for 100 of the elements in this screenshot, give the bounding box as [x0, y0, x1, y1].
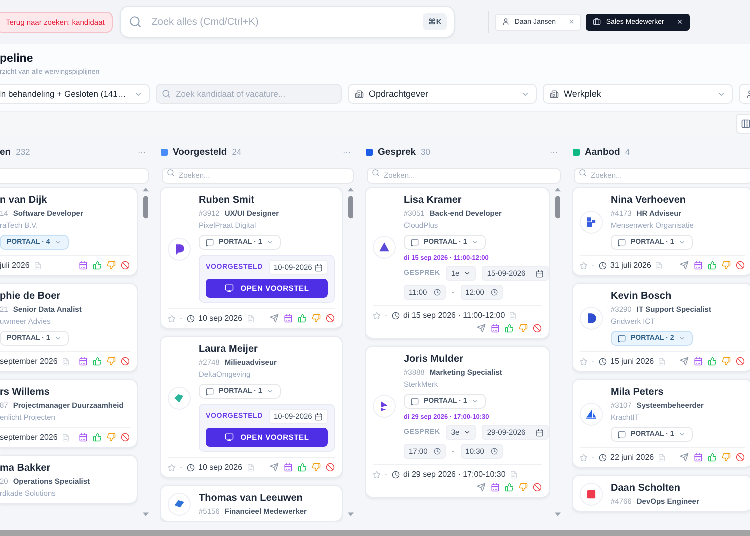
- reject-icon[interactable]: [326, 463, 335, 472]
- chevron-down-icon: [267, 388, 274, 395]
- card-date: september 2026: [0, 357, 58, 366]
- candidate-name: Laura Meijer: [199, 344, 258, 355]
- send-icon[interactable]: [680, 261, 689, 270]
- chevron-down-icon: [679, 335, 686, 342]
- reject-icon[interactable]: [121, 261, 130, 270]
- candidate-name: Thomas van Leeuwen: [199, 493, 303, 504]
- search-icon: [128, 16, 142, 28]
- chevron-down-icon: [55, 335, 62, 342]
- reject-icon[interactable]: [121, 433, 130, 442]
- calendar-icon[interactable]: [491, 324, 500, 333]
- column-title: Gesprek: [378, 146, 416, 158]
- card-date: 15 juni 2026: [610, 357, 654, 366]
- thumbs-down-icon[interactable]: [722, 261, 731, 270]
- thumbs-down-icon[interactable]: [312, 463, 321, 472]
- send-icon[interactable]: [270, 314, 279, 323]
- monitor-icon: [224, 284, 234, 293]
- thumbs-up-icon[interactable]: [708, 453, 717, 462]
- search-icon: [167, 169, 175, 177]
- status-select[interactable]: In behandeling + Gesloten (141…: [0, 84, 150, 104]
- send-icon[interactable]: [680, 453, 689, 462]
- thumbs-up-icon[interactable]: [505, 483, 514, 492]
- thumbs-down-icon[interactable]: [519, 324, 528, 333]
- send-icon[interactable]: [477, 483, 486, 492]
- candidate-name: Nina Verhoeven: [611, 195, 686, 206]
- thumbs-up-icon[interactable]: [708, 357, 717, 366]
- chevron-down-icon: [55, 239, 62, 246]
- send-icon[interactable]: [680, 357, 689, 366]
- reject-icon[interactable]: [533, 324, 542, 333]
- thumbs-up-icon[interactable]: [93, 433, 102, 442]
- search-field[interactable]: Zoek kandidaat of vacature...: [156, 84, 342, 104]
- star-icon[interactable]: [373, 470, 381, 478]
- chevron-down-icon: [679, 239, 686, 246]
- reject-icon[interactable]: [533, 483, 542, 492]
- card-date: 10 sep 2026: [198, 314, 243, 323]
- reject-icon[interactable]: [736, 453, 745, 462]
- thumbs-down-icon[interactable]: [107, 261, 116, 270]
- message-icon: [206, 388, 214, 396]
- calendar-icon[interactable]: [284, 314, 293, 323]
- column-search-field[interactable]: [0, 168, 149, 184]
- reject-icon[interactable]: [326, 314, 335, 323]
- thumbs-up-icon[interactable]: [298, 463, 307, 472]
- calendar-icon[interactable]: [284, 463, 293, 472]
- thumbs-up-icon[interactable]: [298, 314, 307, 323]
- thumbs-down-icon[interactable]: [722, 357, 731, 366]
- send-icon[interactable]: [477, 324, 486, 333]
- star-icon[interactable]: [580, 358, 588, 366]
- reject-icon[interactable]: [121, 357, 130, 366]
- reject-icon[interactable]: [736, 357, 745, 366]
- calendar-icon: [536, 270, 544, 278]
- time-separator: -: [452, 288, 455, 297]
- document-icon: [510, 470, 518, 478]
- column-title: en: [0, 146, 12, 158]
- thumbs-down-icon[interactable]: [107, 433, 116, 442]
- thumbs-down-icon[interactable]: [519, 483, 528, 492]
- thumbs-up-icon[interactable]: [505, 324, 514, 333]
- thumbs-down-icon[interactable]: [107, 357, 116, 366]
- reject-icon[interactable]: [736, 261, 745, 270]
- calendar-icon[interactable]: [491, 483, 500, 492]
- document-icon: [246, 314, 255, 322]
- calendar-icon[interactable]: [79, 433, 88, 442]
- column-count: 30: [421, 147, 430, 157]
- calendar-icon[interactable]: [79, 261, 88, 270]
- star-icon[interactable]: [580, 262, 588, 270]
- card-date: di 29 sep 2026 · 17:00-10:30: [404, 470, 506, 479]
- star-icon[interactable]: [373, 312, 381, 320]
- clock-icon: [434, 289, 441, 296]
- chevron-down-icon: [464, 270, 472, 277]
- clock-icon: [186, 314, 194, 322]
- time-separator: -: [452, 447, 455, 456]
- close-button[interactable]: ×: [677, 18, 683, 26]
- calendar-icon[interactable]: [79, 357, 88, 366]
- thumbs-down-icon[interactable]: [312, 314, 321, 323]
- thumbs-up-icon[interactable]: [708, 261, 717, 270]
- document-icon: [62, 358, 70, 366]
- star-icon[interactable]: [168, 314, 176, 322]
- card-date: 10 sep 2026: [198, 463, 243, 472]
- star-icon[interactable]: [580, 454, 588, 462]
- clock-icon: [490, 289, 498, 296]
- document-icon: [34, 262, 42, 270]
- calendar-icon[interactable]: [694, 357, 703, 366]
- clock-icon: [598, 358, 606, 366]
- thumbs-up-icon[interactable]: [93, 357, 102, 366]
- message-icon: [618, 430, 626, 438]
- thumbs-down-icon[interactable]: [722, 453, 731, 462]
- message-icon: [618, 334, 626, 342]
- calendar-icon[interactable]: [694, 261, 703, 270]
- workplace-select[interactable]: Werkplek: [543, 84, 733, 104]
- document-icon: [658, 454, 666, 462]
- star-icon[interactable]: [168, 464, 176, 472]
- calendar-icon[interactable]: [694, 453, 703, 462]
- client-select[interactable]: Opdrachtgever: [348, 84, 537, 104]
- thumbs-up-icon[interactable]: [93, 261, 102, 270]
- column-count: 4: [625, 147, 630, 157]
- card-date: september 2026: [0, 433, 58, 442]
- card-date: juli 2026: [0, 261, 30, 270]
- candidate-name: rs Willems: [0, 387, 50, 398]
- columns-button[interactable]: [736, 114, 750, 134]
- send-icon[interactable]: [270, 463, 279, 472]
